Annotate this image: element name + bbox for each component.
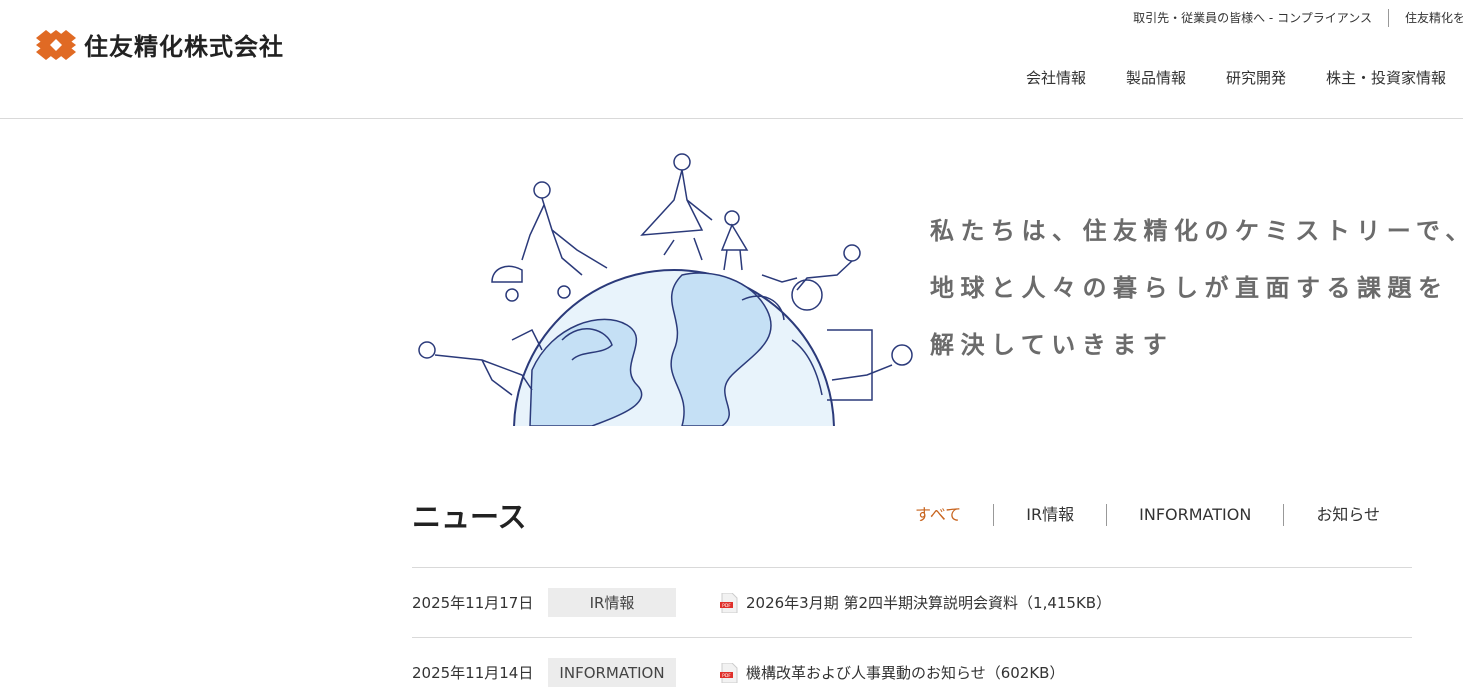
util-link-compliance[interactable]: 取引先・従業員の皆様へ - コンプライアンス — [1117, 9, 1388, 27]
news-item: 2025年11月17日 IR情報 PDF 2026年3月期 第2四半期決算説明会… — [412, 568, 1412, 638]
company-logo[interactable]: 住友精化株式会社 — [36, 27, 284, 62]
logo-mark-icon — [36, 29, 76, 60]
hero-illustration — [412, 150, 916, 426]
news-item-link[interactable]: PDF 機構改革および人事異動のお知らせ（602KB） — [720, 662, 1064, 683]
svg-text:PDF: PDF — [722, 673, 731, 679]
hero-message-line-2: 地球と人々の暮らしが直面する課題を — [930, 274, 1449, 302]
utility-nav: 取引先・従業員の皆様へ - コンプライアンス 住友精化を退 — [1117, 9, 1463, 27]
nav-company-info[interactable]: 会社情報 — [1026, 66, 1086, 90]
svg-text:PDF: PDF — [722, 603, 731, 609]
util-link-retirees[interactable]: 住友精化を退 — [1389, 9, 1463, 27]
news-item-title: 2026年3月期 第2四半期決算説明会資料（1,415KB） — [746, 594, 1112, 612]
pdf-icon: PDF — [720, 662, 738, 683]
news-list: 2025年11月17日 IR情報 PDF 2026年3月期 第2四半期決算説明会… — [412, 567, 1412, 691]
hero-message: 私たちは、住友精化のケミストリーで、 地球と人々の暮らしが直面する課題を 解決し… — [930, 203, 1463, 374]
nav-products[interactable]: 製品情報 — [1126, 66, 1186, 90]
news-date: 2025年11月14日 — [412, 664, 534, 682]
logo-text: 住友精化株式会社 — [84, 33, 284, 61]
news-item: 2025年11月14日 INFORMATION PDF 機構改革および人事異動の… — [412, 638, 1412, 691]
news-filter-tabs: すべて IR情報 INFORMATION お知らせ — [915, 504, 1412, 526]
news-heading: ニュース — [412, 500, 527, 534]
news-tab-ir[interactable]: IR情報 — [994, 505, 1106, 525]
news-category-badge: INFORMATION — [548, 658, 676, 687]
hero-message-line-1: 私たちは、住友精化のケミストリーで、 — [930, 217, 1463, 245]
news-category-badge: IR情報 — [548, 588, 676, 617]
nav-investors[interactable]: 株主・投資家情報 — [1326, 66, 1446, 90]
news-item-title: 機構改革および人事異動のお知らせ（602KB） — [746, 664, 1065, 682]
news-tab-information[interactable]: INFORMATION — [1107, 505, 1283, 525]
news-tab-all[interactable]: すべて — [915, 505, 993, 525]
news-date: 2025年11月17日 — [412, 594, 534, 612]
hero-message-line-3: 解決していきます — [930, 331, 1174, 359]
earth-people-illustration — [418, 153, 913, 426]
global-nav: 会社情報 製品情報 研究開発 株主・投資家情報 — [1026, 66, 1446, 90]
pdf-icon: PDF — [720, 592, 738, 613]
nav-research[interactable]: 研究開発 — [1226, 66, 1286, 90]
news-tab-notices[interactable]: お知らせ — [1284, 505, 1412, 525]
site-header: 住友精化株式会社 取引先・従業員の皆様へ - コンプライアンス 住友精化を退 会… — [0, 0, 1463, 119]
news-item-link[interactable]: PDF 2026年3月期 第2四半期決算説明会資料（1,415KB） — [720, 592, 1111, 613]
